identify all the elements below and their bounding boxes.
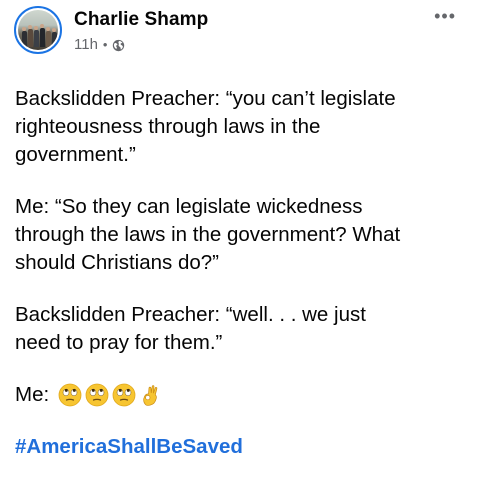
post-paragraph-1: Backslidden Preacher: “you can’t legisla… [15,87,396,166]
author-name[interactable]: Charlie Shamp [74,8,208,32]
avatar-photo [18,10,58,50]
face-with-rolling-eyes-emoji [112,383,136,407]
hashtag-link[interactable]: #AmericaShallBeSaved [15,433,465,461]
facebook-post: Charlie Shamp 11h • ••• Backslidden Prea… [0,0,480,500]
post-body: Backslidden Preacher: “you can’t legisla… [15,85,465,461]
reaction-line: Me: [15,381,465,409]
more-options-icon[interactable]: ••• [434,7,456,25]
face-with-rolling-eyes-emoji [85,383,109,407]
post-paragraph-2: Me: “So they can legislate wickedness th… [15,195,401,274]
post-timestamp[interactable]: 11h [74,36,98,54]
ok-hand-emoji [143,385,158,406]
post-header: Charlie Shamp 11h • [14,6,208,54]
avatar[interactable] [14,6,62,54]
post-meta: Charlie Shamp 11h • [74,8,208,54]
reaction-label: Me: [15,383,50,406]
face-with-rolling-eyes-emoji [58,383,82,407]
globe-icon[interactable] [112,39,125,52]
separator-dot: • [102,37,108,52]
post-paragraph-3: Backslidden Preacher: “well. . . we just… [15,303,366,354]
post-subtitle: 11h • [74,36,208,54]
